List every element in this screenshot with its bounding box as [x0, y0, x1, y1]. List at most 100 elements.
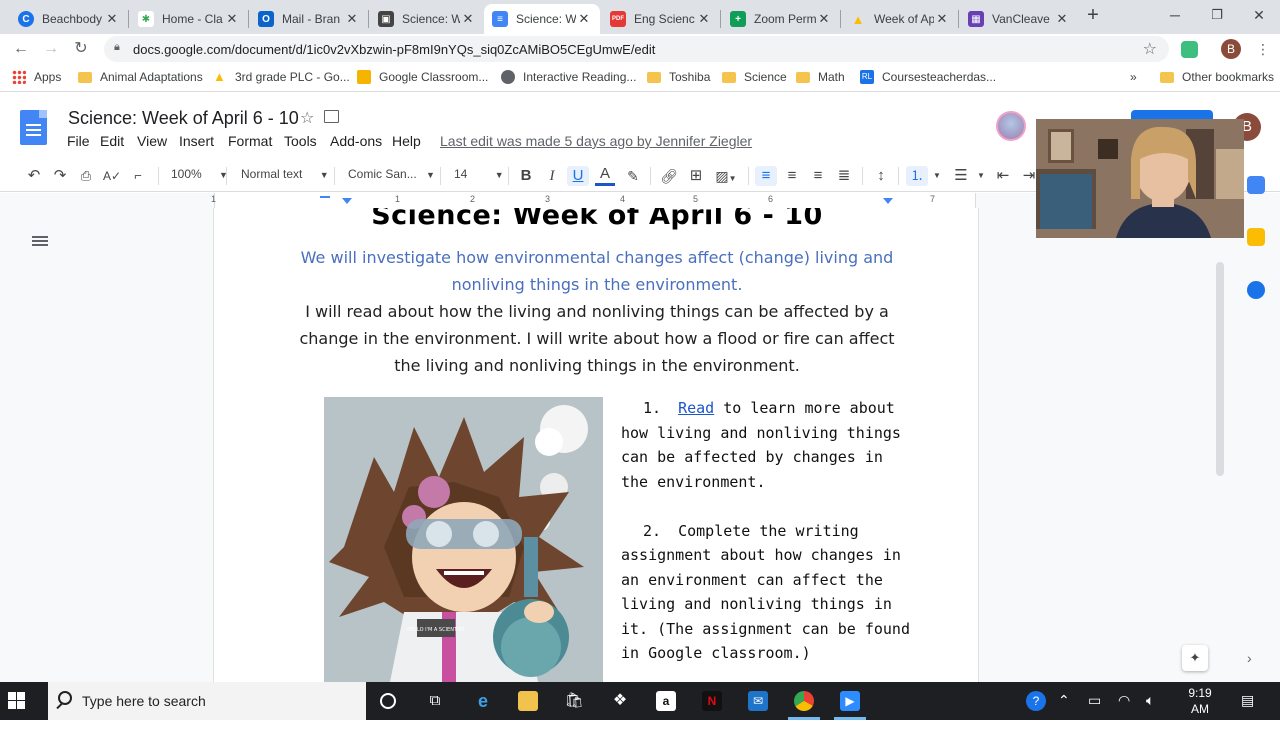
forward-button[interactable]: → [40, 38, 62, 60]
menu-edit[interactable]: Edit [100, 133, 124, 149]
explore-icon[interactable]: ✦ [1182, 645, 1208, 671]
store-icon[interactable]: 🛍︎ [564, 691, 584, 711]
right-indent-marker[interactable] [883, 198, 893, 204]
bookmark-item[interactable]: Toshiba [647, 70, 710, 84]
menu-format[interactable]: Format [228, 133, 272, 149]
numbered-list-icon[interactable]: ⒈ [906, 166, 928, 186]
keep-icon[interactable] [1247, 228, 1265, 246]
browser-tab[interactable]: PDF Eng Scienc ✕ [602, 4, 720, 34]
menu-add-ons[interactable]: Add-ons [330, 133, 382, 149]
window-close-button[interactable]: ✕ [1248, 4, 1270, 26]
close-tab-icon[interactable]: ✕ [816, 11, 832, 27]
font-size-select[interactable]: 14 ▼ [454, 167, 504, 181]
paint-format-icon[interactable]: ⌐ [128, 166, 148, 186]
font-select[interactable]: Comic San... ▼ [348, 167, 435, 181]
italic-icon[interactable]: I [542, 166, 562, 186]
close-tab-icon[interactable]: ✕ [1054, 11, 1070, 27]
text-color-icon[interactable]: A [595, 166, 615, 186]
spellcheck-icon[interactable]: A✓ [102, 166, 122, 186]
maximize-button[interactable]: ❐ [1206, 4, 1228, 26]
style-select[interactable]: Normal text ▼ [241, 167, 329, 181]
bookmark-item[interactable]: Animal Adaptations [78, 70, 203, 84]
notifications-icon[interactable]: ▤ [1241, 692, 1254, 709]
star-icon[interactable]: ☆ [300, 108, 314, 128]
browser-tab[interactable]: ▦ VanCleave ✕ [960, 4, 1078, 34]
print-icon[interactable]: ⎙ [76, 166, 96, 186]
battery-icon[interactable]: ▭ [1088, 692, 1101, 709]
windows-start-icon[interactable] [8, 692, 26, 710]
bookmark-item[interactable]: Google Classroom... [357, 70, 488, 84]
tasks-icon[interactable] [1247, 281, 1265, 299]
chrome-icon[interactable] [794, 691, 814, 711]
align-justify-icon[interactable]: ≣ [834, 166, 854, 186]
close-tab-icon[interactable]: ✕ [104, 11, 120, 27]
bookmark-item[interactable]: Interactive Reading... [501, 70, 636, 84]
decrease-indent-icon[interactable]: ⇤ [992, 166, 1014, 186]
bookmark-item[interactable]: RL Coursesteacherdas... [860, 70, 996, 84]
highlight-icon[interactable]: ✎ [623, 166, 643, 186]
bookmark-star-icon[interactable]: ☆ [1143, 39, 1157, 59]
cortana-icon[interactable] [380, 693, 396, 709]
help-icon[interactable]: ? [1026, 691, 1046, 711]
close-tab-icon[interactable]: ✕ [696, 11, 712, 27]
zoom-icon[interactable]: ▶ [840, 691, 860, 711]
browser-tab[interactable]: O Mail - Bran ✕ [250, 4, 368, 34]
align-right-icon[interactable]: ≡ [808, 166, 828, 186]
mail-icon[interactable]: ✉ [748, 691, 768, 711]
profile-avatar[interactable]: B [1221, 39, 1241, 59]
menu-view[interactable]: View [137, 133, 167, 149]
align-left-icon[interactable]: ≡ [755, 166, 777, 186]
new-tab-button[interactable]: + [1082, 4, 1104, 26]
other-bookmarks[interactable]: Other bookmarks [1160, 70, 1274, 84]
document-title[interactable]: Science: Week of April 6 - 10 [68, 108, 299, 129]
menu-insert[interactable]: Insert [179, 133, 214, 149]
line-spacing-icon[interactable]: ↕ [870, 166, 892, 186]
file-explorer-icon[interactable] [518, 691, 538, 711]
url-text[interactable]: docs.google.com/document/d/1ic0v2vXbzwin… [133, 42, 655, 57]
edge-icon[interactable]: e [473, 691, 493, 711]
move-folder-icon[interactable] [324, 110, 339, 123]
bookmark-item[interactable]: Science [722, 70, 787, 84]
last-edit-link[interactable]: Last edit was made 5 days ago by Jennife… [440, 133, 752, 149]
menu-help[interactable]: Help [392, 133, 421, 149]
zoom-select[interactable]: 100% ▼ [171, 167, 228, 181]
close-tab-icon[interactable]: ✕ [344, 11, 360, 27]
chevron-up-icon[interactable]: ⌃ [1058, 692, 1070, 709]
menu-tools[interactable]: Tools [284, 133, 317, 149]
bulleted-list-icon[interactable]: ☰ [950, 166, 972, 186]
calendar-icon[interactable] [1247, 176, 1265, 194]
google-docs-logo-icon[interactable] [20, 110, 47, 145]
bold-icon[interactable]: B [516, 166, 536, 186]
underline-icon[interactable]: U [567, 166, 589, 186]
browser-tab[interactable]: + Zoom Perm ✕ [722, 4, 840, 34]
netflix-icon[interactable]: N [702, 691, 722, 711]
first-line-indent-marker[interactable] [320, 196, 330, 198]
volume-icon[interactable]: 🔈︎ [1146, 692, 1154, 709]
add-comment-icon[interactable]: ⊞ [686, 166, 706, 186]
redo-icon[interactable]: ↷ [50, 166, 70, 186]
amazon-icon[interactable]: a [656, 691, 676, 711]
collaborator-avatar[interactable] [996, 111, 1026, 141]
left-indent-marker[interactable] [342, 198, 352, 204]
bookmark-apps[interactable]: Apps [12, 70, 61, 84]
read-link[interactable]: Read [678, 399, 714, 417]
omnibox[interactable]: 🔒︎ docs.google.com/document/d/1ic0v2vXbz… [104, 36, 1169, 62]
browser-tab[interactable]: ▣ Science: We ✕ [370, 4, 484, 34]
undo-icon[interactable]: ↶ [24, 166, 44, 186]
task-view-icon[interactable]: ⧉ [425, 691, 445, 711]
menu-file[interactable]: File [67, 133, 90, 149]
link-icon[interactable]: 🔗︎ [658, 166, 680, 186]
extension-icon[interactable] [1181, 41, 1198, 58]
bookmarks-overflow-icon[interactable]: » [1130, 70, 1137, 84]
taskbar-clock[interactable]: 9:19 AM 4/7/2020 [1178, 685, 1225, 733]
side-panel-toggle-icon[interactable]: › [1247, 650, 1252, 666]
close-tab-icon[interactable]: ✕ [576, 11, 592, 27]
taskbar-search-box[interactable]: Type here to search [48, 682, 366, 720]
reload-button[interactable]: ↻ [70, 38, 92, 60]
document-page[interactable]: Science: Week of April 6 - 10 We will in… [213, 208, 979, 682]
vertical-scrollbar[interactable] [1216, 262, 1224, 476]
chrome-menu-icon[interactable]: ⋮ [1252, 38, 1274, 60]
insert-image-icon[interactable]: ▨▼ [711, 166, 741, 186]
back-button[interactable]: ← [10, 38, 32, 60]
align-center-icon[interactable]: ≡ [782, 166, 802, 186]
